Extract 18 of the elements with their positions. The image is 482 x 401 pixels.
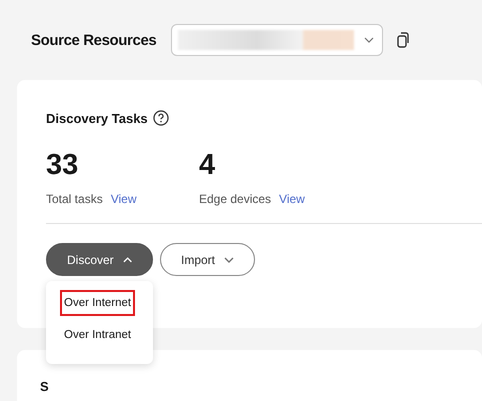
- stat-value: 33: [46, 148, 78, 182]
- section-title: Source Resources: [31, 32, 158, 48]
- help-icon[interactable]: [152, 110, 169, 126]
- section-title: S: [40, 379, 49, 394]
- view-link[interactable]: View: [110, 192, 136, 206]
- chevron-up-icon: [122, 256, 132, 262]
- discover-button[interactable]: Discover: [46, 243, 153, 276]
- import-button[interactable]: Import: [160, 243, 255, 276]
- stat-value: 4: [199, 148, 216, 182]
- menu-item[interactable]: Over Intranet: [60, 322, 136, 348]
- stat-label: Edge devices: [199, 192, 272, 206]
- card-title: Discovery Tasks: [46, 110, 148, 126]
- view-link[interactable]: View: [279, 192, 305, 206]
- chevron-down-icon: [224, 256, 234, 262]
- chevron-down-icon: [364, 37, 374, 43]
- stat-label: Total tasks: [46, 192, 103, 206]
- copy-icon[interactable]: [397, 32, 409, 48]
- menu-item[interactable]: Over Internet: [60, 290, 136, 316]
